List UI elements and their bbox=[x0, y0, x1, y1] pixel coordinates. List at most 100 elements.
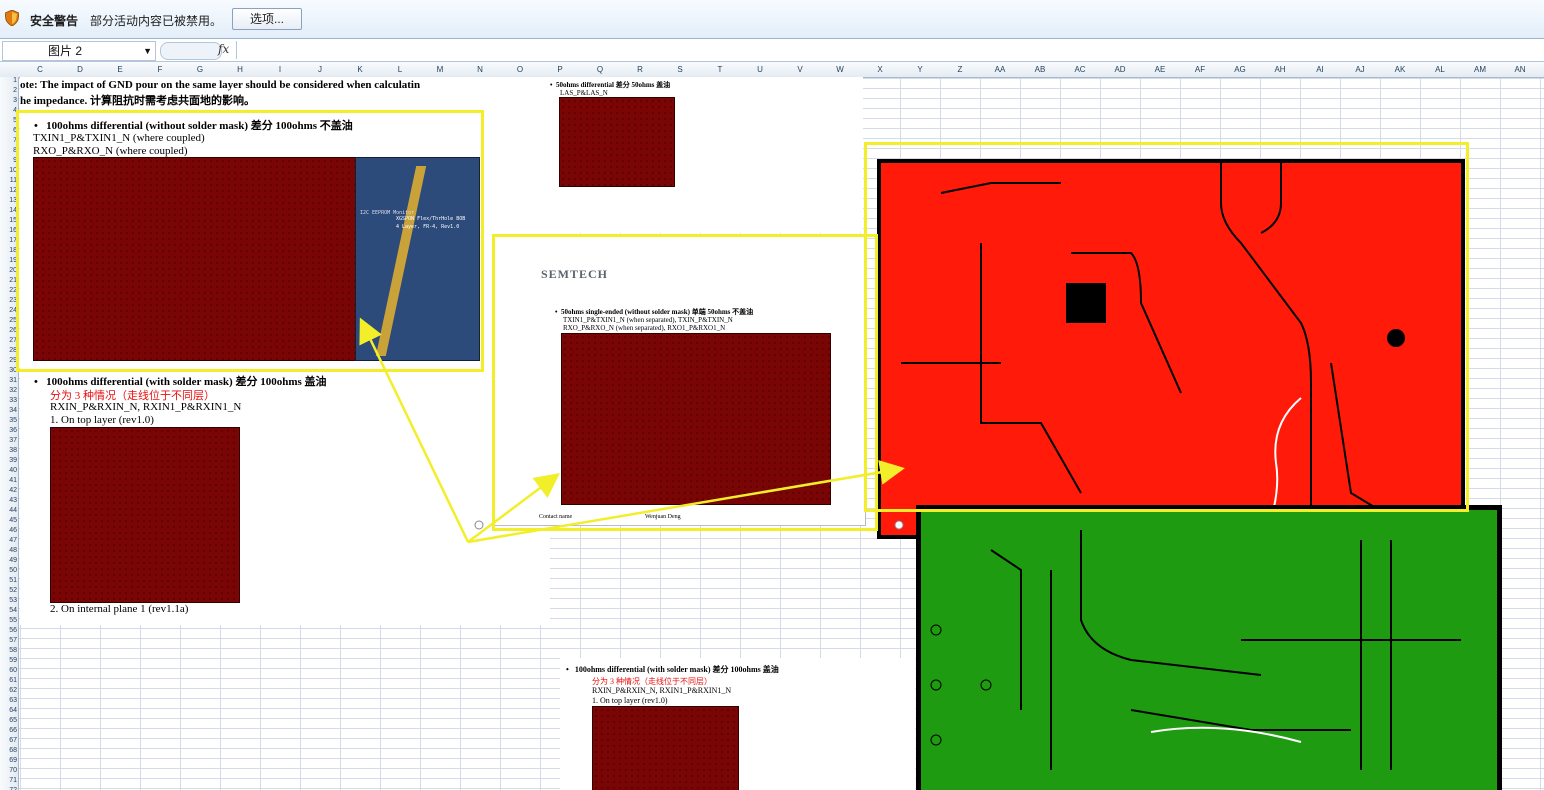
column-header-R[interactable]: R bbox=[620, 65, 660, 74]
row-header-12[interactable]: 12 bbox=[0, 187, 17, 194]
column-header-AE[interactable]: AE bbox=[1140, 65, 1180, 74]
worksheet-grid[interactable]: C D E F G H I J K L M N O P Q R S T U V W X Y Z AA AB AC AD AE AF AG AH… bbox=[0, 62, 1544, 790]
column-header-AN[interactable]: AN bbox=[1500, 65, 1540, 74]
row-header-19[interactable]: 19 bbox=[0, 257, 17, 264]
column-header-W[interactable]: W bbox=[820, 65, 860, 74]
row-header-38[interactable]: 38 bbox=[0, 447, 17, 454]
row-header-49[interactable]: 49 bbox=[0, 557, 17, 564]
column-header-AK[interactable]: AK bbox=[1380, 65, 1420, 74]
column-header-M[interactable]: M bbox=[420, 65, 460, 74]
column-header-J[interactable]: J bbox=[300, 65, 340, 74]
column-header-I[interactable]: I bbox=[260, 65, 300, 74]
row-header-53[interactable]: 53 bbox=[0, 597, 17, 604]
row-header-2[interactable]: 2 bbox=[0, 87, 17, 94]
row-header-69[interactable]: 69 bbox=[0, 757, 17, 764]
row-header-9[interactable]: 9 bbox=[0, 157, 17, 164]
column-header-U[interactable]: U bbox=[740, 65, 780, 74]
row-header-48[interactable]: 48 bbox=[0, 547, 17, 554]
row-header-60[interactable]: 60 bbox=[0, 667, 17, 674]
row-header-52[interactable]: 52 bbox=[0, 587, 17, 594]
name-box[interactable]: 图片 2 ▼ bbox=[2, 41, 156, 61]
row-header-13[interactable]: 13 bbox=[0, 197, 17, 204]
row-header-50[interactable]: 50 bbox=[0, 567, 17, 574]
row-header-16[interactable]: 16 bbox=[0, 227, 17, 234]
row-header-46[interactable]: 46 bbox=[0, 527, 17, 534]
row-header-33[interactable]: 33 bbox=[0, 397, 17, 404]
column-header-AF[interactable]: AF bbox=[1180, 65, 1220, 74]
pcb-image-large-green[interactable] bbox=[916, 505, 1502, 790]
row-header-70[interactable]: 70 bbox=[0, 767, 17, 774]
row-header-11[interactable]: 11 bbox=[0, 177, 17, 184]
column-header-Y[interactable]: Y bbox=[900, 65, 940, 74]
row-header-40[interactable]: 40 bbox=[0, 467, 17, 474]
column-header-AB[interactable]: AB bbox=[1020, 65, 1060, 74]
column-header-S[interactable]: S bbox=[660, 65, 700, 74]
column-header-AC[interactable]: AC bbox=[1060, 65, 1100, 74]
row-header-21[interactable]: 21 bbox=[0, 277, 17, 284]
column-header-E[interactable]: E bbox=[100, 65, 140, 74]
column-header-Z[interactable]: Z bbox=[940, 65, 980, 74]
column-header-H[interactable]: H bbox=[220, 65, 260, 74]
formula-bar-expand-handle[interactable] bbox=[160, 42, 222, 60]
column-header-F[interactable]: F bbox=[140, 65, 180, 74]
column-header-AA[interactable]: AA bbox=[980, 65, 1020, 74]
row-header-54[interactable]: 54 bbox=[0, 607, 17, 614]
row-header-34[interactable]: 34 bbox=[0, 407, 17, 414]
row-header-28[interactable]: 28 bbox=[0, 347, 17, 354]
row-header-43[interactable]: 43 bbox=[0, 497, 17, 504]
column-header-V[interactable]: V bbox=[780, 65, 820, 74]
row-header-8[interactable]: 8 bbox=[0, 147, 17, 154]
column-header-AH[interactable]: AH bbox=[1260, 65, 1300, 74]
row-header-66[interactable]: 66 bbox=[0, 727, 17, 734]
row-header-14[interactable]: 14 bbox=[0, 207, 17, 214]
row-header-31[interactable]: 31 bbox=[0, 377, 17, 384]
column-header-T[interactable]: T bbox=[700, 65, 740, 74]
row-header-24[interactable]: 24 bbox=[0, 307, 17, 314]
row-header-55[interactable]: 55 bbox=[0, 617, 17, 624]
row-header-51[interactable]: 51 bbox=[0, 577, 17, 584]
row-header-18[interactable]: 18 bbox=[0, 247, 17, 254]
embedded-document-bottom[interactable]: • 100ohms differential (with solder mask… bbox=[560, 658, 915, 790]
row-header-36[interactable]: 36 bbox=[0, 427, 17, 434]
row-header-10[interactable]: 10 bbox=[0, 167, 17, 174]
row-header-65[interactable]: 65 bbox=[0, 717, 17, 724]
column-header-AI[interactable]: AI bbox=[1300, 65, 1340, 74]
pcb-image-bottom[interactable] bbox=[592, 706, 739, 790]
row-header-39[interactable]: 39 bbox=[0, 457, 17, 464]
column-header-D[interactable]: D bbox=[60, 65, 100, 74]
row-header-20[interactable]: 20 bbox=[0, 267, 17, 274]
row-header-57[interactable]: 57 bbox=[0, 637, 17, 644]
column-header-AJ[interactable]: AJ bbox=[1340, 65, 1380, 74]
row-header-29[interactable]: 29 bbox=[0, 357, 17, 364]
row-header-59[interactable]: 59 bbox=[0, 657, 17, 664]
row-header-7[interactable]: 7 bbox=[0, 137, 17, 144]
row-header-42[interactable]: 42 bbox=[0, 487, 17, 494]
column-header-C[interactable]: C bbox=[20, 65, 60, 74]
row-header-47[interactable]: 47 bbox=[0, 537, 17, 544]
function-icon[interactable]: fx bbox=[218, 42, 229, 56]
row-header-62[interactable]: 62 bbox=[0, 687, 17, 694]
row-header-63[interactable]: 63 bbox=[0, 697, 17, 704]
pcb-image-top-layer-rev10[interactable] bbox=[50, 427, 240, 603]
row-header-30[interactable]: 30 bbox=[0, 367, 17, 374]
column-header-Q[interactable]: Q bbox=[580, 65, 620, 74]
row-header-35[interactable]: 35 bbox=[0, 417, 17, 424]
column-header-AL[interactable]: AL bbox=[1420, 65, 1460, 74]
row-header-25[interactable]: 25 bbox=[0, 317, 17, 324]
column-header-AD[interactable]: AD bbox=[1100, 65, 1140, 74]
row-header-71[interactable]: 71 bbox=[0, 777, 17, 784]
row-header-22[interactable]: 22 bbox=[0, 287, 17, 294]
column-header-AM[interactable]: AM bbox=[1460, 65, 1500, 74]
column-header-G[interactable]: G bbox=[180, 65, 220, 74]
row-header-45[interactable]: 45 bbox=[0, 517, 17, 524]
options-button[interactable]: 选项... bbox=[232, 8, 302, 30]
row-header-3[interactable]: 3 bbox=[0, 97, 17, 104]
row-header-6[interactable]: 6 bbox=[0, 127, 17, 134]
column-header-N[interactable]: N bbox=[460, 65, 500, 74]
column-header-P[interactable]: P bbox=[540, 65, 580, 74]
row-header-61[interactable]: 61 bbox=[0, 677, 17, 684]
row-header-67[interactable]: 67 bbox=[0, 737, 17, 744]
embedded-document-mid-top[interactable]: • 50ohms differential 差分 50ohms 盖油 LAS_P… bbox=[498, 77, 863, 233]
row-header-44[interactable]: 44 bbox=[0, 507, 17, 514]
row-header-41[interactable]: 41 bbox=[0, 477, 17, 484]
